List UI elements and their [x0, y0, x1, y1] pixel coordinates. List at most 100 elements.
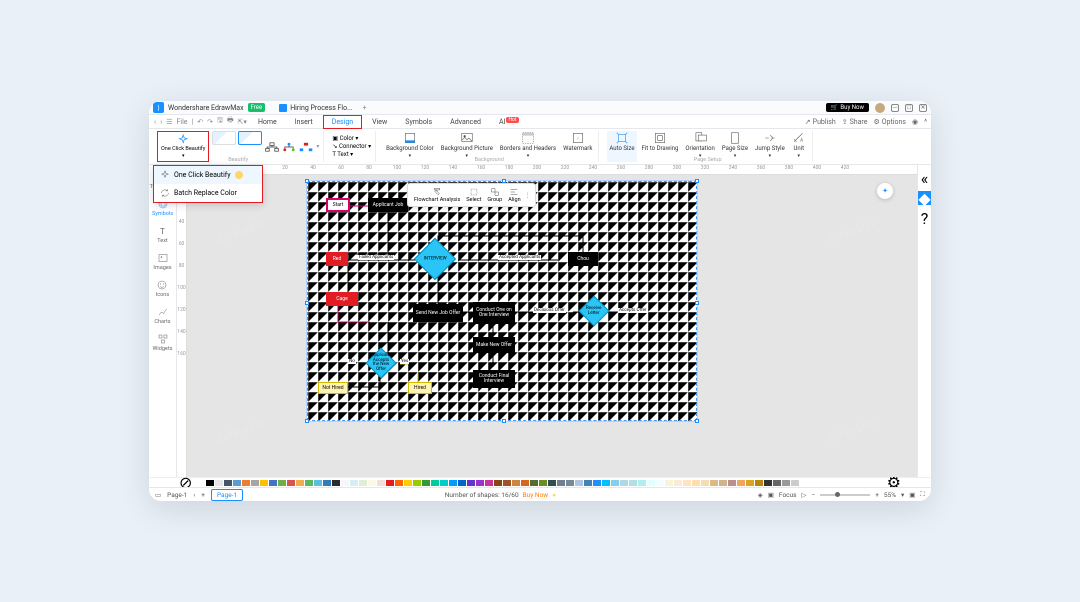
- page-list-icon[interactable]: ▭: [155, 491, 161, 499]
- save-button[interactable]: 🖫: [216, 116, 224, 127]
- color-swatch[interactable]: [512, 480, 520, 486]
- focus-icon[interactable]: ▣: [768, 491, 774, 499]
- zoom-slider[interactable]: [820, 494, 870, 496]
- color-swatch[interactable]: [539, 480, 547, 486]
- color-swatch[interactable]: [494, 480, 502, 486]
- ai-assistant-badge[interactable]: ✦: [877, 183, 893, 199]
- color-swatch[interactable]: [350, 480, 358, 486]
- org-chart-icon-3[interactable]: [299, 142, 313, 152]
- color-swatch[interactable]: [386, 480, 394, 486]
- share-button[interactable]: ⇪ Share: [842, 118, 868, 126]
- color-swatch[interactable]: [719, 480, 727, 486]
- connector-dropdown[interactable]: ↘ Connector ▾: [332, 143, 371, 150]
- collapse-ribbon-icon[interactable]: ^: [924, 118, 927, 126]
- color-swatch[interactable]: [422, 480, 430, 486]
- color-swatch[interactable]: [395, 480, 403, 486]
- canvas-page[interactable]: Start Applicant Job Red Cage INTERVIEW F…: [307, 181, 697, 421]
- shape-hired[interactable]: Hired: [408, 382, 432, 394]
- fit-page-icon[interactable]: ▣: [909, 491, 915, 499]
- color-swatch[interactable]: [701, 480, 709, 486]
- fit-to-drawing-button[interactable]: Fit to Drawing: [640, 131, 681, 162]
- color-swatch[interactable]: [359, 480, 367, 486]
- color-swatch[interactable]: [413, 480, 421, 486]
- org-chart-icon-2[interactable]: [282, 142, 296, 152]
- color-swatch[interactable]: [296, 480, 304, 486]
- one-click-beautify-button[interactable]: One Click Beautify ▾: [157, 131, 209, 162]
- buy-now-button[interactable]: 🛒 Buy Now: [826, 103, 869, 112]
- color-swatch[interactable]: [251, 480, 259, 486]
- buy-now-link[interactable]: Buy Now: [523, 491, 549, 499]
- shape-red1[interactable]: Red: [326, 252, 348, 266]
- color-swatch[interactable]: [206, 480, 214, 486]
- tab-advanced[interactable]: Advanced: [442, 116, 489, 128]
- shape-red2[interactable]: Cage: [326, 292, 358, 306]
- color-swatch[interactable]: [458, 480, 466, 486]
- shape-conduct-one[interactable]: Conduct One on One Interview: [473, 302, 515, 324]
- color-swatch[interactable]: [323, 480, 331, 486]
- theme-preset-2[interactable]: [238, 131, 262, 145]
- color-swatch[interactable]: [521, 480, 529, 486]
- fullscreen-icon[interactable]: ⛶: [920, 490, 925, 499]
- zoom-level[interactable]: 55%: [884, 491, 896, 499]
- minimize-button[interactable]: ─: [891, 104, 899, 112]
- color-swatch[interactable]: [656, 480, 664, 486]
- panel-widgets[interactable]: Widgets: [153, 333, 173, 352]
- color-swatch[interactable]: [755, 480, 763, 486]
- redo-button[interactable]: ↷: [206, 118, 214, 126]
- select-button[interactable]: Select: [464, 187, 483, 203]
- align-button[interactable]: Align: [506, 187, 522, 203]
- color-swatch[interactable]: [674, 480, 682, 486]
- zoom-out[interactable]: −: [812, 491, 816, 499]
- color-swatch[interactable]: [476, 480, 484, 486]
- org-chart-icon-1[interactable]: [265, 142, 279, 152]
- shape-make-offer[interactable]: Make New Offer: [473, 337, 515, 353]
- shape-interview[interactable]: INTERVIEW: [414, 238, 456, 280]
- document-tab[interactable]: Hiring Process Flo...: [279, 104, 352, 112]
- forward-button[interactable]: ›: [159, 118, 163, 126]
- zoom-in[interactable]: +: [875, 491, 879, 499]
- shape-not-hired[interactable]: Not Hired: [318, 382, 348, 394]
- color-swatch[interactable]: [233, 480, 241, 486]
- close-button[interactable]: ✕: [919, 104, 927, 112]
- shape-conduct-final[interactable]: Conduct Final Interview: [473, 370, 515, 388]
- shape-applicant[interactable]: Applicant Job: [368, 198, 408, 212]
- menu-icon[interactable]: ☰: [165, 118, 173, 126]
- panel-images[interactable]: Images: [153, 252, 171, 271]
- file-menu[interactable]: File: [176, 118, 189, 126]
- export-button[interactable]: ⇱▾: [237, 118, 248, 126]
- layers-icon[interactable]: ◈: [758, 491, 763, 499]
- color-swatch[interactable]: [449, 480, 457, 486]
- theme-more[interactable]: ▾: [316, 143, 319, 150]
- color-swatch[interactable]: [584, 480, 592, 486]
- panel-icons[interactable]: Icons: [156, 279, 169, 298]
- help-icon[interactable]: ◉: [912, 118, 918, 126]
- maximize-button[interactable]: □: [905, 104, 913, 112]
- color-swatch[interactable]: [485, 480, 493, 486]
- color-swatch[interactable]: [431, 480, 439, 486]
- theme-preset-1[interactable]: [212, 131, 236, 145]
- focus-label[interactable]: Focus: [779, 491, 797, 499]
- color-swatch[interactable]: [503, 480, 511, 486]
- shape-receive[interactable]: Receive Letter: [578, 295, 609, 326]
- shape-applicant-accept[interactable]: Applicant Accepts the New Offer: [365, 347, 396, 378]
- color-swatch[interactable]: [575, 480, 583, 486]
- page-tab[interactable]: Page-1: [211, 489, 243, 501]
- panel-text[interactable]: TText: [157, 225, 169, 244]
- auto-size-button[interactable]: Auto Size: [607, 131, 636, 162]
- dropdown-one-click-beautify[interactable]: One Click Beautify: [154, 166, 262, 184]
- color-swatch[interactable]: [566, 480, 574, 486]
- color-swatch[interactable]: [341, 480, 349, 486]
- color-swatch[interactable]: [215, 480, 223, 486]
- color-swatch[interactable]: [665, 480, 673, 486]
- color-swatch[interactable]: [260, 480, 268, 486]
- page-prev[interactable]: ‹: [193, 491, 195, 499]
- tab-home[interactable]: Home: [250, 116, 285, 128]
- print-button[interactable]: 🖶: [226, 116, 235, 127]
- color-swatch[interactable]: [242, 480, 250, 486]
- color-swatch[interactable]: [638, 480, 646, 486]
- shape-chou[interactable]: Chou: [568, 252, 598, 266]
- tab-design[interactable]: Design: [323, 115, 362, 129]
- text-dropdown[interactable]: T Text ▾: [332, 151, 371, 158]
- color-dropdown[interactable]: ▣ Color ▾: [332, 135, 371, 142]
- color-swatch[interactable]: [728, 480, 736, 486]
